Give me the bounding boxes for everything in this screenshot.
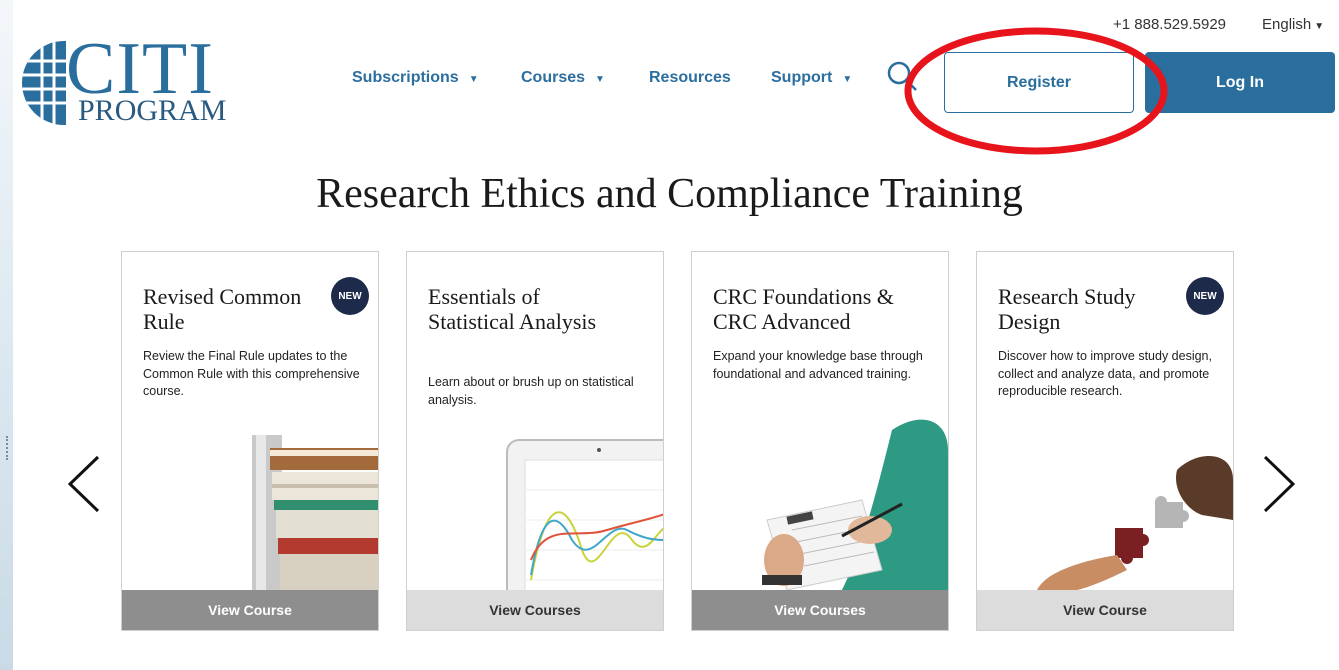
nav-support[interactable]: Support ▼ — [771, 69, 852, 87]
view-course-button[interactable]: View Course — [122, 590, 378, 630]
card-title: Essentials of Statistical Analysis — [428, 284, 597, 334]
nav-courses[interactable]: Courses ▼ — [521, 69, 605, 87]
books-stack-image — [252, 435, 378, 590]
login-button[interactable]: Log In — [1145, 52, 1335, 113]
tablet-chart-image — [506, 439, 663, 590]
card-description: Discover how to improve study design, co… — [998, 349, 1212, 398]
view-courses-button[interactable]: View Courses — [407, 590, 663, 630]
view-course-button[interactable]: View Course — [977, 590, 1233, 630]
page-title: Research Ethics and Compliance Training — [316, 171, 1023, 217]
chevron-down-icon: ▼ — [468, 74, 479, 85]
course-card[interactable]: Revised Common Rule NEW Review the Final… — [121, 251, 379, 631]
chevron-right-icon[interactable] — [1261, 455, 1297, 513]
course-card[interactable]: Essentials of Statistical Analysis Learn… — [406, 251, 664, 631]
nav-support-label: Support — [771, 69, 833, 86]
citi-program-logo[interactable]: CITI PROGRAM — [20, 32, 226, 130]
logo-program-text: PROGRAM — [78, 94, 227, 127]
caret-down-icon: ▼ — [1314, 21, 1325, 32]
nav-subscriptions-label: Subscriptions — [352, 69, 459, 86]
course-card[interactable]: Research Study Design NEW Discover how t… — [976, 251, 1234, 631]
chevron-left-icon[interactable] — [66, 455, 102, 513]
login-label: Log In — [1216, 73, 1264, 91]
puzzle-hands-image — [1037, 456, 1233, 590]
left-edge-strip — [0, 0, 13, 670]
nav-resources[interactable]: Resources — [649, 69, 731, 87]
language-selector[interactable]: English ▼ — [1262, 16, 1324, 33]
new-badge: NEW — [331, 277, 369, 315]
nav-resources-label: Resources — [649, 69, 731, 86]
clipboard-writing-image — [762, 419, 948, 590]
course-card[interactable]: CRC Foundations & CRC Advanced Expand yo… — [691, 251, 949, 631]
globe-icon — [22, 41, 66, 125]
card-description: Expand your knowledge base through found… — [713, 349, 923, 381]
new-badge: NEW — [1186, 277, 1224, 315]
view-courses-button[interactable]: View Courses — [692, 590, 948, 630]
chevron-down-icon: ▼ — [842, 74, 853, 85]
card-title: Revised Common Rule — [143, 284, 302, 334]
card-description: Learn about or brush up on statistical a… — [428, 375, 634, 407]
card-description: Review the Final Rule updates to the Com… — [143, 349, 360, 398]
card-title: Research Study Design — [998, 284, 1136, 334]
nav-courses-label: Courses — [521, 69, 586, 86]
language-label: English — [1262, 16, 1312, 33]
edge-mark — [6, 436, 10, 460]
card-title: CRC Foundations & CRC Advanced — [713, 284, 894, 334]
annotation-circle — [904, 27, 1168, 155]
chevron-down-icon: ▼ — [595, 74, 605, 85]
nav-subscriptions[interactable]: Subscriptions ▼ — [352, 69, 479, 87]
